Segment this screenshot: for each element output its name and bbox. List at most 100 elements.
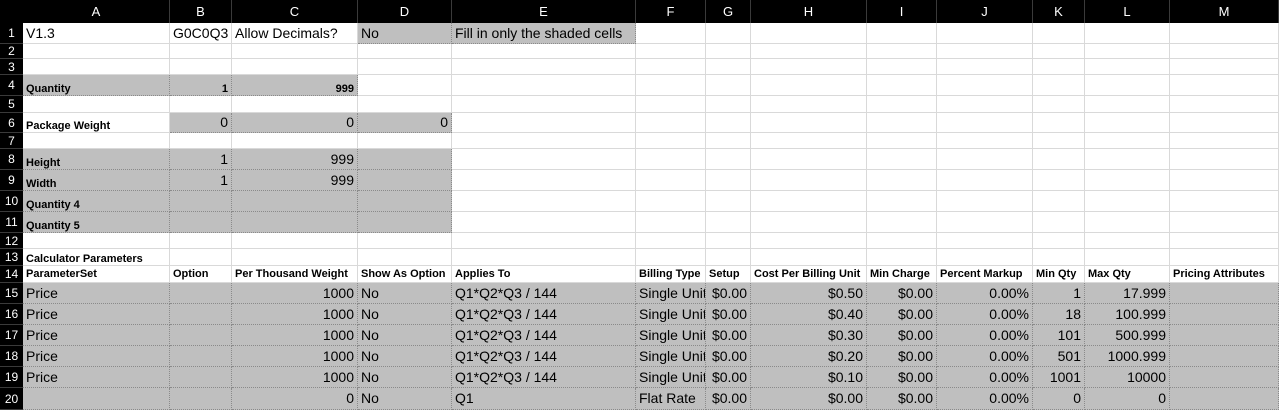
param-row-1-col-7[interactable]: $0.40: [751, 304, 867, 325]
column-header-d[interactable]: D: [358, 0, 452, 23]
cell-d13[interactable]: [358, 249, 452, 266]
cell-c3[interactable]: [232, 59, 358, 75]
r10-label[interactable]: Quantity 4: [23, 191, 170, 212]
cell-h7[interactable]: [751, 133, 867, 149]
cell-j10[interactable]: [937, 191, 1033, 212]
param-row-3-col-8[interactable]: $0.00: [867, 346, 937, 367]
cell-f3[interactable]: [636, 59, 706, 75]
param-row-1-col-9[interactable]: 0.00%: [937, 304, 1033, 325]
allow-decimals-input[interactable]: No: [358, 23, 452, 44]
cell-g7[interactable]: [706, 133, 751, 149]
cell-g6[interactable]: [706, 113, 751, 133]
cell-i12[interactable]: [867, 233, 937, 249]
cell-c13[interactable]: [232, 249, 358, 266]
cell-l6[interactable]: [1085, 113, 1170, 133]
param-header-8[interactable]: Min Charge: [867, 266, 937, 283]
cell-c12[interactable]: [232, 233, 358, 249]
cell-l1[interactable]: [1085, 23, 1170, 44]
param-header-4[interactable]: Applies To: [452, 266, 636, 283]
cell-m8[interactable]: [1170, 149, 1279, 170]
cell-i2[interactable]: [867, 44, 937, 59]
cell-d7[interactable]: [358, 133, 452, 149]
cell-f6[interactable]: [636, 113, 706, 133]
param-row-0-col-2[interactable]: 1000: [232, 283, 358, 304]
column-header-j[interactable]: J: [937, 0, 1033, 23]
cell-d12[interactable]: [358, 233, 452, 249]
param-row-3-col-6[interactable]: $0.00: [706, 346, 751, 367]
cell-j13[interactable]: [937, 249, 1033, 266]
cell-e2[interactable]: [452, 44, 636, 59]
param-row-3-col-7[interactable]: $0.20: [751, 346, 867, 367]
row-header-17[interactable]: 17: [0, 325, 23, 346]
r8-max-input[interactable]: 999: [232, 149, 358, 170]
param-row-1-col-2[interactable]: 1000: [232, 304, 358, 325]
cell-g1[interactable]: [706, 23, 751, 44]
r10-extra-input[interactable]: [358, 191, 452, 212]
cell-g9[interactable]: [706, 170, 751, 191]
cell-m12[interactable]: [1170, 233, 1279, 249]
param-row-3-col-10[interactable]: 501: [1033, 346, 1085, 367]
row-header-18[interactable]: 18: [0, 346, 23, 367]
param-row-2-col-9[interactable]: 0.00%: [937, 325, 1033, 346]
cell-a12[interactable]: [23, 233, 170, 249]
param-header-5[interactable]: Billing Type: [636, 266, 706, 283]
param-row-3-col-0[interactable]: Price: [23, 346, 170, 367]
param-row-1-col-12[interactable]: [1170, 304, 1279, 325]
cell-k7[interactable]: [1033, 133, 1085, 149]
cell-d2[interactable]: [358, 44, 452, 59]
param-header-3[interactable]: Show As Option: [358, 266, 452, 283]
r9-min-input[interactable]: 1: [170, 170, 232, 191]
row-header-13[interactable]: 13: [0, 249, 23, 266]
param-row-2-col-10[interactable]: 101: [1033, 325, 1085, 346]
cell-a7[interactable]: [23, 133, 170, 149]
cell-h12[interactable]: [751, 233, 867, 249]
param-row-3-col-2[interactable]: 1000: [232, 346, 358, 367]
param-header-0[interactable]: ParameterSet: [23, 266, 170, 283]
cell-m7[interactable]: [1170, 133, 1279, 149]
cell-i10[interactable]: [867, 191, 937, 212]
cell-k10[interactable]: [1033, 191, 1085, 212]
column-header-g[interactable]: G: [706, 0, 751, 23]
cell-l7[interactable]: [1085, 133, 1170, 149]
cell-a2[interactable]: [23, 44, 170, 59]
cell-i3[interactable]: [867, 59, 937, 75]
r9-extra-input[interactable]: [358, 170, 452, 191]
param-row-2-col-6[interactable]: $0.00: [706, 325, 751, 346]
cell-g11[interactable]: [706, 212, 751, 233]
cell-h10[interactable]: [751, 191, 867, 212]
cell-j11[interactable]: [937, 212, 1033, 233]
r11-label[interactable]: Quantity 5: [23, 212, 170, 233]
cell-f10[interactable]: [636, 191, 706, 212]
param-row-1-col-5[interactable]: Single Unit: [636, 304, 706, 325]
column-header-a[interactable]: A: [23, 0, 170, 23]
column-header-k[interactable]: K: [1033, 0, 1085, 23]
param-row-5-col-10[interactable]: 0: [1033, 388, 1085, 410]
param-row-1-col-6[interactable]: $0.00: [706, 304, 751, 325]
r8-min-input[interactable]: 1: [170, 149, 232, 170]
column-header-c[interactable]: C: [232, 0, 358, 23]
cell-f12[interactable]: [636, 233, 706, 249]
cell-e11[interactable]: [452, 212, 636, 233]
package-weight-extra-input[interactable]: 0: [358, 113, 452, 133]
select-all-corner[interactable]: [0, 0, 23, 23]
row-header-20[interactable]: 20: [0, 388, 23, 410]
column-header-m[interactable]: M: [1170, 0, 1279, 23]
cell-j6[interactable]: [937, 113, 1033, 133]
cell-k5[interactable]: [1033, 96, 1085, 113]
param-row-1-col-11[interactable]: 100.999: [1085, 304, 1170, 325]
cell-g12[interactable]: [706, 233, 751, 249]
cell-m5[interactable]: [1170, 96, 1279, 113]
param-row-2-col-1[interactable]: [170, 325, 232, 346]
cell-h8[interactable]: [751, 149, 867, 170]
row-header-4[interactable]: 4: [0, 75, 23, 96]
code-cell[interactable]: G0C0Q3: [170, 23, 232, 44]
column-header-b[interactable]: B: [170, 0, 232, 23]
param-row-0-col-7[interactable]: $0.50: [751, 283, 867, 304]
cell-j9[interactable]: [937, 170, 1033, 191]
param-row-4-col-3[interactable]: No: [358, 367, 452, 388]
param-row-3-col-3[interactable]: No: [358, 346, 452, 367]
cell-h11[interactable]: [751, 212, 867, 233]
r10-max-input[interactable]: [232, 191, 358, 212]
cell-j4[interactable]: [937, 75, 1033, 96]
cell-i6[interactable]: [867, 113, 937, 133]
